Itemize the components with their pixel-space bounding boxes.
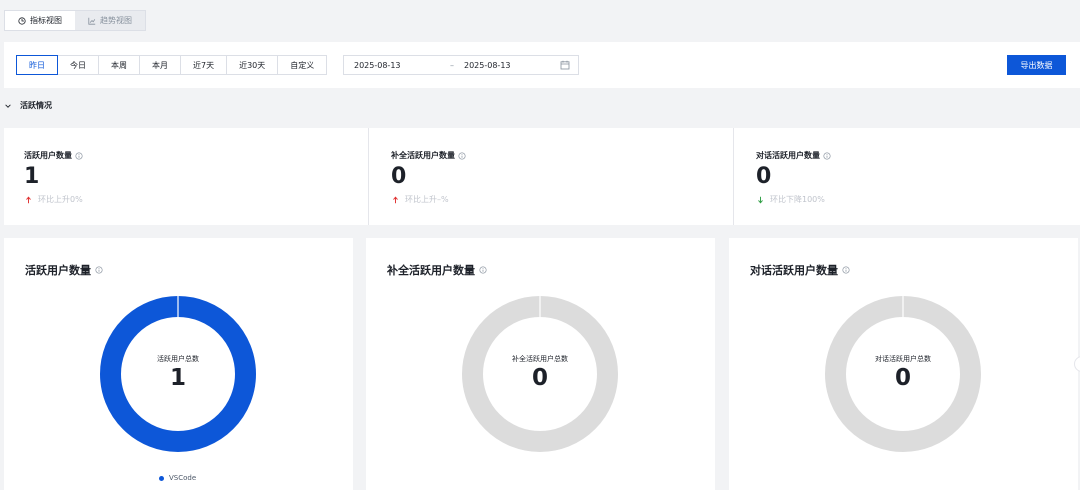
quick-range-button[interactable]: 本周	[98, 55, 140, 75]
donut-total: 0	[894, 365, 911, 391]
donut-total: 1	[169, 365, 186, 391]
stat-trend-text: 环比上升0%	[38, 195, 83, 204]
donut-center-label: 对话活跃用户总数	[875, 355, 931, 363]
view-toggle: 指标视图 趋势视图	[4, 10, 146, 31]
stat-value: 0	[756, 164, 772, 189]
legend-dot	[159, 475, 164, 481]
arrow-up-icon	[393, 195, 398, 203]
quick-range-button[interactable]: 昨日	[16, 55, 58, 75]
section-title: 活跃情况	[20, 101, 52, 110]
stat-trend: 环比上升–%	[392, 194, 449, 205]
donut-total: 0	[531, 365, 548, 391]
chart-legend-item[interactable]: VSCode	[159, 474, 196, 482]
info-circle-icon[interactable]	[842, 266, 850, 274]
chart-title-text: 对话活跃用户数量	[750, 264, 838, 277]
tab-indicator-label: 指标视图	[30, 16, 62, 25]
stat-summary-panel: 活跃用户数量 1 环比上升0% 补全活跃用户数量 0 环比上升–% 对话活跃用户…	[4, 128, 1080, 225]
quick-range-button[interactable]: 近30天	[226, 55, 279, 75]
stat-title: 补全活跃用户数量	[391, 150, 466, 161]
stat-card-completion-users: 补全活跃用户数量 0 环比上升–%	[368, 128, 728, 225]
chart-title-text: 补全活跃用户数量	[387, 264, 475, 277]
info-circle-icon[interactable]	[75, 151, 83, 160]
info-circle-icon[interactable]	[95, 266, 103, 274]
quick-range-group: 昨日 今日 本周 本月 近7天 近30天 自定义	[16, 55, 328, 75]
chevron-down-icon	[5, 103, 11, 108]
chart-card-chat-users: 对话活跃用户数量 对话活跃用户总数 0	[729, 238, 1078, 490]
line-chart-icon	[88, 17, 96, 25]
stat-title: 活跃用户数量	[24, 150, 83, 161]
quick-range-button[interactable]: 本月	[139, 55, 181, 75]
chart-card-completion-users: 补全活跃用户数量 补全活跃用户总数 0	[366, 238, 715, 490]
info-circle-icon[interactable]	[458, 151, 466, 160]
stat-trend-text: 环比上升–%	[405, 195, 449, 204]
date-start[interactable]: 2025-08-13	[354, 61, 401, 70]
calendar-icon[interactable]	[560, 60, 570, 70]
stat-trend: 环比上升0%	[25, 194, 83, 205]
clock-pie-icon	[18, 16, 26, 25]
stat-trend-text: 环比下降100%	[770, 195, 825, 204]
donut-center-label: 补全活跃用户总数	[512, 355, 568, 363]
stat-value: 1	[24, 164, 40, 189]
stat-value: 0	[391, 164, 407, 189]
legend-label: VSCode	[169, 474, 197, 482]
chart-title: 对话活跃用户数量	[750, 262, 850, 278]
quick-range-button[interactable]: 今日	[57, 55, 99, 75]
export-data-button[interactable]: 导出数据	[1007, 55, 1066, 75]
chart-card-active-users: 活跃用户数量 活跃用户总数 1 VSCode	[4, 238, 353, 490]
stat-card-active-users: 活跃用户数量 1 环比上升0%	[4, 128, 364, 225]
date-end[interactable]: 2025-08-13	[464, 61, 511, 70]
stat-title-text: 活跃用户数量	[24, 151, 72, 160]
quick-range-button[interactable]: 近7天	[180, 55, 228, 75]
quick-range-button[interactable]: 自定义	[277, 55, 328, 75]
stat-trend: 环比下降100%	[757, 194, 825, 205]
tab-trend-label: 趋势视图	[100, 16, 132, 25]
arrow-up-icon	[26, 195, 31, 203]
info-circle-icon[interactable]	[479, 266, 487, 274]
date-separator: –	[450, 60, 454, 70]
section-toggle-activity[interactable]: 活跃情况	[4, 100, 52, 111]
tab-indicator-view[interactable]: 指标视图	[5, 11, 75, 30]
donut-center-label: 活跃用户总数	[157, 355, 199, 363]
tab-trend-view[interactable]: 趋势视图	[75, 11, 145, 30]
chart-title: 活跃用户数量	[25, 262, 103, 278]
date-range-picker[interactable]: 2025-08-13 – 2025-08-13	[343, 55, 579, 75]
info-circle-icon[interactable]	[823, 151, 831, 160]
stat-title: 对话活跃用户数量	[756, 150, 831, 161]
chart-title: 补全活跃用户数量	[387, 262, 487, 278]
stat-title-text: 对话活跃用户数量	[756, 151, 820, 160]
filter-toolbar: 昨日 今日 本周 本月 近7天 近30天 自定义 2025-08-13 – 2025-08-…	[4, 42, 1080, 88]
arrow-down-icon	[758, 196, 763, 204]
stat-card-chat-users: 对话活跃用户数量 0 环比下降100%	[733, 128, 1080, 225]
stat-title-text: 补全活跃用户数量	[391, 151, 455, 160]
chart-title-text: 活跃用户数量	[25, 264, 91, 277]
